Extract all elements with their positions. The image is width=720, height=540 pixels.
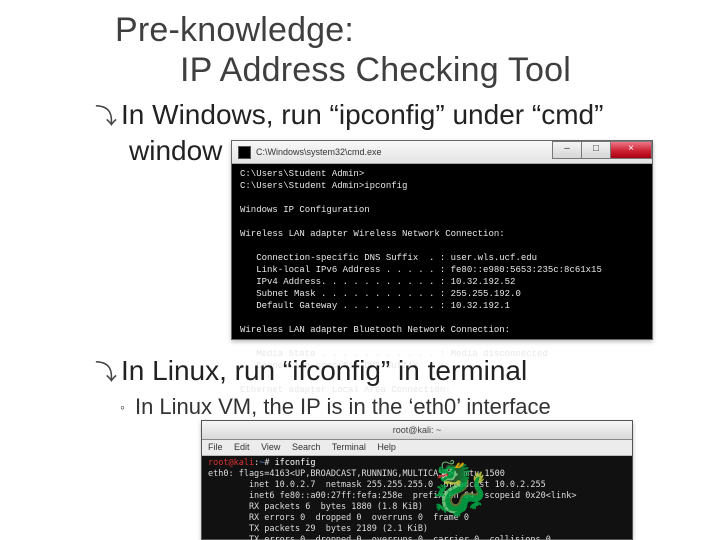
cmd-line: Default Gateway . . . . . . . . . : 10.3… [240, 301, 510, 311]
windows-title-text: C:\Windows\system32\cmd.exe [256, 147, 382, 157]
menu-view[interactable]: View [261, 442, 280, 452]
bullet-windows-line1: In Windows, run “ipconfig” under “cmd” [121, 99, 603, 130]
menu-edit[interactable]: Edit [234, 442, 250, 452]
menu-help[interactable]: Help [377, 442, 396, 452]
title-line-1: Pre-knowledge: [115, 10, 571, 50]
cmd-line: IPv4 Address. . . . . . . . . . . : 10.3… [240, 277, 515, 287]
term-line: RX errors 0 dropped 0 overruns 0 frame 0 [208, 513, 469, 523]
prompt-hash: # [264, 458, 274, 468]
bullet-linux-text: In Linux, run “ifconfig” in terminal [121, 355, 527, 386]
bullet-icon: ⤵ [95, 104, 121, 129]
menu-file[interactable]: File [208, 442, 223, 452]
menu-terminal[interactable]: Terminal [332, 442, 366, 452]
cmd-line: Link-local IPv6 Address . . . . . : fe80… [240, 265, 602, 275]
sub-bullet-icon: ◦ [120, 399, 135, 415]
cmd-line: C:\Users\Student Admin> [240, 169, 364, 179]
cmd-line: Subnet Mask . . . . . . . . . . . : 255.… [240, 289, 521, 299]
menu-search[interactable]: Search [292, 442, 321, 452]
linux-terminal-window: root@kali: ~ File Edit View Search Termi… [201, 420, 633, 540]
term-line: inet6 fe80::a00:27ff:fefa:258e prefixlen… [208, 491, 576, 501]
cmd-icon [238, 146, 251, 159]
sub-bullet-linux: ◦In Linux VM, the IP is in the ‘eth0’ in… [120, 394, 551, 420]
minimize-button[interactable]: – [552, 141, 582, 159]
term-line: RX packets 6 bytes 1880 (1.8 KiB) [208, 502, 423, 512]
cmd-line: Wireless LAN adapter Wireless Network Co… [240, 229, 505, 239]
linux-titlebar: root@kali: ~ [202, 421, 632, 440]
term-line: eth0: flags=4163<UP,BROADCAST,RUNNING,MU… [208, 469, 505, 479]
cmd-line: C:\Users\Student Admin>ipconfig [240, 181, 407, 191]
terminal-output: 🐉root@kali:~# ifconfig eth0: flags=4163<… [202, 456, 632, 540]
cmd-line: Connection-specific DNS Suffix . : user.… [240, 253, 537, 263]
term-line: TX packets 29 bytes 2189 (2.1 KiB) [208, 524, 428, 534]
bullet-icon: ⤵ [95, 360, 121, 385]
title-line-2: IP Address Checking Tool [115, 50, 571, 90]
linux-title-text: root@kali: ~ [393, 425, 441, 435]
window-controls: – □ × [553, 141, 652, 159]
windows-cmd-window: C:\Windows\system32\cmd.exe – □ × C:\Use… [231, 140, 653, 340]
maximize-button[interactable]: □ [581, 141, 611, 159]
slide: Pre-knowledge: IP Address Checking Tool … [0, 0, 720, 540]
typed-command: ifconfig [275, 458, 316, 468]
windows-titlebar: C:\Windows\system32\cmd.exe – □ × [232, 141, 652, 164]
term-line: inet 10.0.2.7 netmask 255.255.255.0 broa… [208, 480, 546, 490]
linux-menubar: File Edit View Search Terminal Help [202, 440, 632, 456]
cmd-line: Windows IP Configuration [240, 205, 370, 215]
bullet-linux: ⤵In Linux, run “ifconfig” in terminal [95, 354, 527, 390]
sub-bullet-text: In Linux VM, the IP is in the ‘eth0’ int… [135, 394, 551, 419]
term-line: TX errors 0 dropped 0 overruns 0 carrier… [208, 535, 551, 540]
cmd-line: Wireless LAN adapter Bluetooth Network C… [240, 325, 510, 335]
close-button[interactable]: × [610, 141, 652, 159]
prompt-user: root@kali [208, 458, 254, 468]
slide-title: Pre-knowledge: IP Address Checking Tool [115, 10, 571, 90]
